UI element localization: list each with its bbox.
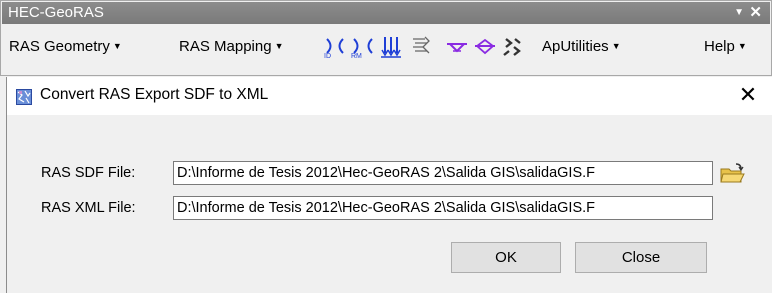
toolbar-options-icon[interactable]: ▼	[734, 2, 744, 24]
dialog-titlebar[interactable]: Convert RAS Export SDF to XML ✕	[7, 77, 772, 115]
chevron-down-icon: ▼	[112, 41, 122, 51]
toolbar-close-icon[interactable]: ✕	[749, 2, 762, 24]
help-label: Help	[704, 38, 735, 55]
sdf-file-label: RAS SDF File:	[41, 165, 136, 181]
help-menu[interactable]: Help ▼	[702, 33, 749, 59]
close-button[interactable]: Close	[575, 242, 707, 273]
terrain-profile-tool-icon[interactable]	[409, 35, 433, 59]
xml-file-input[interactable]	[173, 196, 713, 220]
toolbar-title: HEC-GeoRAS	[8, 4, 104, 21]
ras-mapping-label: RAS Mapping	[179, 38, 272, 55]
chevron-down-icon: ▼	[611, 41, 621, 51]
sdf-file-input[interactable]	[173, 161, 713, 185]
ras-geometry-label: RAS Geometry	[9, 38, 110, 55]
dialog-title: Convert RAS Export SDF to XML	[40, 86, 269, 103]
inundation-tool-icon[interactable]	[473, 35, 497, 59]
xs-id-tool-icon[interactable]: ID	[323, 35, 347, 59]
xml-file-label: RAS XML File:	[41, 200, 136, 216]
convert-sdf-dialog: Convert RAS Export SDF to XML ✕ RAS SDF …	[6, 77, 772, 293]
water-surface-tool-icon[interactable]	[445, 35, 469, 59]
convert-sdf-tool-icon[interactable]	[501, 35, 525, 59]
flow-paths-tool-icon[interactable]	[379, 35, 403, 59]
app-icon	[16, 89, 32, 105]
river-mile-tool-icon[interactable]: RM	[351, 35, 375, 59]
svg-text:ID: ID	[324, 53, 331, 59]
close-icon[interactable]: ✕	[737, 83, 759, 107]
ok-button[interactable]: OK	[451, 242, 561, 273]
toolbar-titlebar[interactable]: HEC-GeoRAS ▼ ✕	[2, 2, 770, 24]
aputilities-label: ApUtilities	[542, 38, 609, 55]
geo-ras-toolbar: HEC-GeoRAS ▼ ✕ RAS Geometry ▼ RAS Mapping…	[0, 0, 772, 76]
chevron-down-icon: ▼	[737, 41, 747, 51]
chevron-down-icon: ▼	[274, 41, 284, 51]
toolbar-row: RAS Geometry ▼ RAS Mapping ▼ ID RM ApUti…	[1, 27, 771, 69]
aputilities-menu[interactable]: ApUtilities ▼	[540, 33, 623, 59]
ras-geometry-menu[interactable]: RAS Geometry ▼	[7, 33, 124, 59]
open-folder-icon[interactable]	[719, 162, 745, 186]
svg-text:RM: RM	[351, 53, 362, 59]
ras-mapping-menu[interactable]: RAS Mapping ▼	[177, 33, 285, 59]
